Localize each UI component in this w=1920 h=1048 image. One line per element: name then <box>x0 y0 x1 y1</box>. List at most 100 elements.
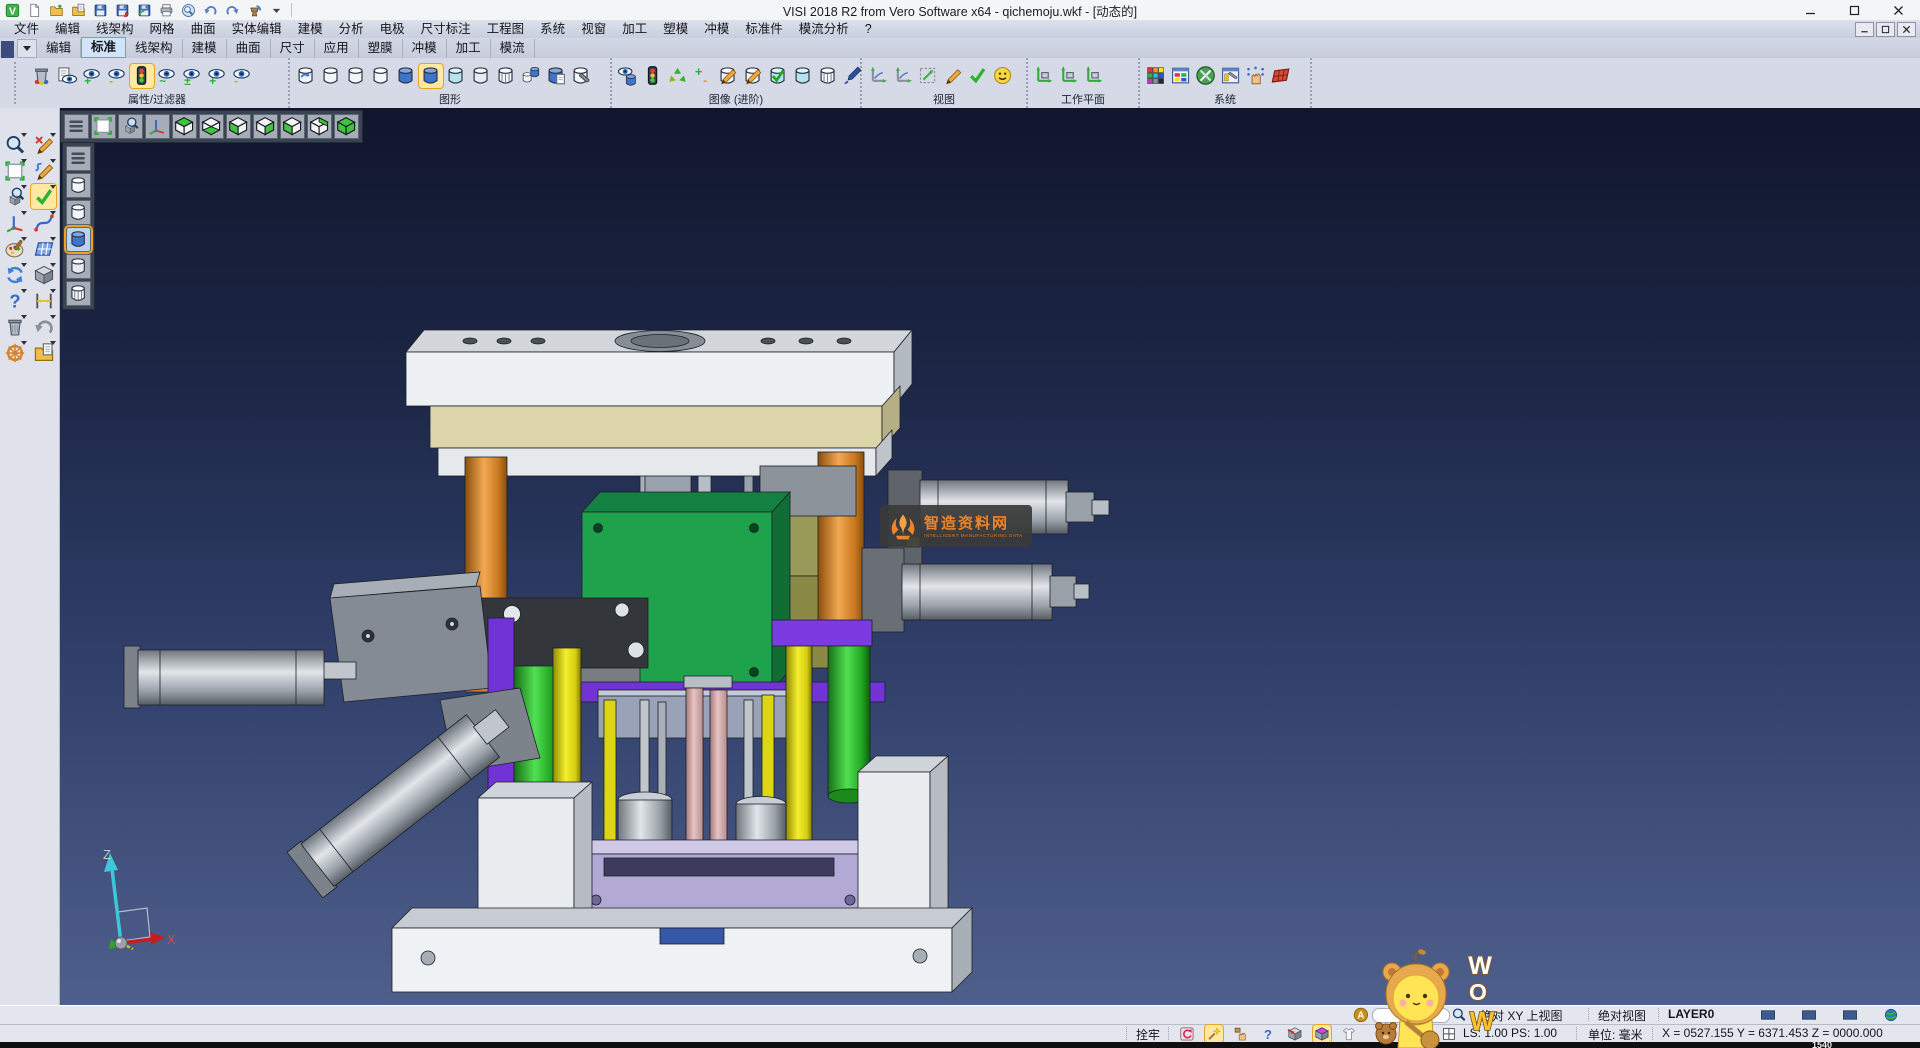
context-tab[interactable]: 标准 <box>81 37 126 58</box>
minimize-button[interactable] <box>1788 0 1832 20</box>
context-tab[interactable]: 应用 <box>315 39 359 58</box>
context-help-icon[interactable]: ? <box>1259 1025 1277 1043</box>
workplane-grid-icon[interactable] <box>31 236 56 261</box>
confirm-icon[interactable] <box>31 184 56 209</box>
display-settings-icon[interactable] <box>1169 64 1193 88</box>
hide-entities-icon[interactable]: - <box>105 64 129 88</box>
open-file-icon[interactable] <box>48 2 65 19</box>
menu-item[interactable]: 模流分析 <box>791 20 857 38</box>
quick-access-options-icon[interactable] <box>268 2 285 19</box>
view-front-icon[interactable] <box>226 114 251 139</box>
render-shaded-edges-icon[interactable] <box>66 254 91 279</box>
transparent-view-icon[interactable] <box>444 64 468 88</box>
context-tab[interactable]: 尺寸 <box>271 39 315 58</box>
pick-settings-icon[interactable] <box>1232 1025 1250 1043</box>
edit-sketch-icon[interactable] <box>31 158 56 183</box>
magic-wand-icon[interactable] <box>1205 1025 1223 1043</box>
wireframe-view-icon[interactable] <box>319 64 343 88</box>
menu-item[interactable]: 塑模 <box>655 20 696 38</box>
erase-sketch-icon[interactable] <box>31 132 56 157</box>
render-wireframe-icon[interactable] <box>66 173 91 198</box>
render-hidden-line-icon[interactable] <box>66 200 91 225</box>
context-tab[interactable]: 模流 <box>491 39 535 58</box>
advanced-visibility-icon[interactable] <box>616 64 640 88</box>
xray-view-icon[interactable] <box>816 64 840 88</box>
shaded-view-icon[interactable] <box>394 64 418 88</box>
context-tab[interactable]: 编辑 <box>37 39 81 58</box>
mdi-close-button[interactable] <box>1897 22 1916 37</box>
save-all-icon[interactable] <box>136 2 153 19</box>
color-palette-icon[interactable] <box>1144 64 1168 88</box>
view-bottom-icon[interactable] <box>199 114 224 139</box>
validate-image-icon[interactable] <box>766 64 790 88</box>
menu-item[interactable]: 曲面 <box>183 20 224 38</box>
print-preview-icon[interactable] <box>180 2 197 19</box>
active-layer-label[interactable]: LAYER0 <box>1668 1007 1714 1021</box>
zoom-fit-icon[interactable] <box>916 64 940 88</box>
menu-item[interactable]: 工程图 <box>479 20 533 38</box>
help-icon[interactable]: ? <box>2 288 27 313</box>
tab-overflow-button[interactable] <box>17 39 37 58</box>
import-file-icon[interactable] <box>70 2 87 19</box>
workplane-rotate-icon[interactable] <box>1082 64 1106 88</box>
advanced-regen-icon[interactable] <box>666 64 690 88</box>
redo-icon[interactable] <box>224 2 241 19</box>
mdi-minimize-button[interactable] <box>1855 22 1874 37</box>
navigator-icon[interactable] <box>2 340 27 365</box>
menu-item[interactable]: 尺寸标注 <box>413 20 479 38</box>
menu-item[interactable]: 建模 <box>290 20 331 38</box>
viewport-menu-icon[interactable] <box>64 114 89 139</box>
workplane-cube-icon[interactable] <box>1313 1025 1331 1043</box>
copy-view-icon[interactable] <box>544 64 568 88</box>
menu-item[interactable]: 系统 <box>532 20 573 38</box>
show-entities-icon[interactable]: + <box>80 64 104 88</box>
zoom-dynamic-icon[interactable] <box>118 114 143 139</box>
dynamic-rotate-icon[interactable] <box>866 64 890 88</box>
regenerate-icon[interactable] <box>2 262 27 287</box>
menu-item[interactable]: 视窗 <box>573 20 614 38</box>
shaded-edges-view-icon[interactable] <box>419 64 443 88</box>
menu-item[interactable]: 电极 <box>372 20 413 38</box>
3d-model[interactable] <box>60 108 1920 1005</box>
undo-icon[interactable] <box>31 314 56 339</box>
menu-item[interactable]: 文件 <box>6 20 47 38</box>
menu-item[interactable]: 分析 <box>331 20 372 38</box>
menu-item[interactable]: 标准件 <box>737 20 791 38</box>
viewport[interactable]: Z X 智造资料网 INTELLIGENT MANUFACTURING DATA <box>60 108 1920 1005</box>
attribute-paint-icon[interactable] <box>30 64 54 88</box>
lock-mode-label[interactable]: 拴牢 <box>1136 1026 1160 1043</box>
close-button[interactable] <box>1876 0 1920 20</box>
context-tab[interactable]: 建模 <box>183 39 227 58</box>
menu-item[interactable]: 实体编辑 <box>224 20 290 38</box>
solid-view-icon[interactable] <box>31 262 56 287</box>
accept-view-icon[interactable] <box>966 64 990 88</box>
save-icon[interactable] <box>92 2 109 19</box>
grid-settings-icon[interactable] <box>1269 64 1293 88</box>
context-tab[interactable]: 冲模 <box>403 39 447 58</box>
layer-color-swatch-2[interactable] <box>1791 1008 1827 1022</box>
view-style-icon[interactable] <box>991 64 1015 88</box>
menu-item[interactable]: 编辑 <box>47 20 88 38</box>
view-top-icon[interactable] <box>172 114 197 139</box>
layer-color-swatch-1[interactable] <box>1750 1008 1786 1022</box>
ghost-view-icon[interactable] <box>494 64 518 88</box>
context-tab[interactable]: 塑膜 <box>359 39 403 58</box>
attribute-copy-icon[interactable] <box>55 64 79 88</box>
restore-checkpoint-icon[interactable] <box>246 2 263 19</box>
render-shaded-icon[interactable] <box>66 227 91 252</box>
show-all-icon[interactable]: + <box>205 64 229 88</box>
hidden-line-view-icon[interactable] <box>344 64 368 88</box>
regen-graphics-icon[interactable] <box>294 64 318 88</box>
context-tab[interactable]: 加工 <box>447 39 491 58</box>
selection-settings-icon[interactable] <box>1244 64 1268 88</box>
menu-item[interactable]: 网格 <box>142 20 183 38</box>
hide-all-icon[interactable]: - <box>230 64 254 88</box>
render-ghost-icon[interactable] <box>66 281 91 306</box>
user-badge-icon[interactable]: A <box>1352 1006 1370 1024</box>
view-right-icon[interactable] <box>253 114 278 139</box>
spline-icon[interactable] <box>31 210 56 235</box>
undo-icon[interactable] <box>202 2 219 19</box>
open-project-icon[interactable] <box>31 340 56 365</box>
menu-item[interactable]: 冲模 <box>696 20 737 38</box>
preferences-icon[interactable] <box>1219 64 1243 88</box>
